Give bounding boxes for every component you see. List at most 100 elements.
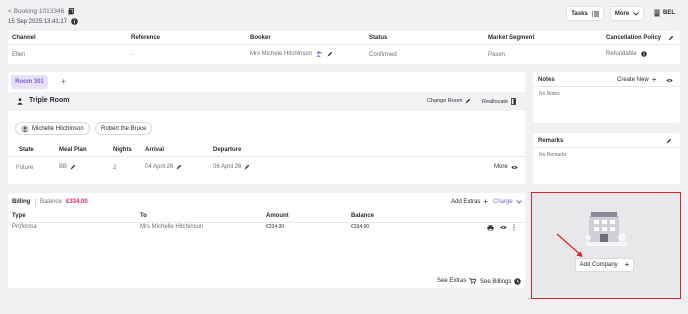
chevron-down-icon [633, 11, 639, 16]
cart-icon [469, 278, 477, 284]
see-extras-button[interactable]: See Extras [437, 278, 477, 284]
avatar-icon [21, 124, 29, 133]
booking-summary-card: Channel Reference Booker Status Market S… [8, 31, 680, 64]
pencil-icon[interactable] [70, 164, 76, 170]
more-button[interactable]: More [610, 6, 644, 21]
change-room-button[interactable]: Change Room [427, 98, 471, 104]
datetime-text: 15 Sep 2025 13:41:17 [8, 18, 68, 25]
charge-label: Charge [493, 199, 513, 205]
billing-clock-icon [514, 278, 522, 285]
info-icon[interactable] [71, 18, 78, 25]
departure-value: 06 April 26 [213, 164, 242, 170]
create-note-button[interactable]: Create New + [617, 75, 657, 84]
col-amount: Amount [266, 213, 289, 219]
chevron-down-icon [515, 200, 522, 204]
edit-booker-icon[interactable] [327, 51, 333, 57]
red-arrow-icon [556, 233, 584, 261]
add-company-button[interactable]: Add Company + [575, 258, 634, 272]
guest-name: Michelle Hitchinson [32, 125, 84, 132]
reference-value: - [131, 52, 133, 58]
building-badge[interactable]: BEL [654, 9, 675, 17]
tab-room-301[interactable]: Room 301 [11, 75, 48, 89]
room-more-button[interactable]: More [494, 164, 518, 170]
tab-room-label: Room 301 [15, 79, 44, 85]
reallocate-button[interactable]: Reallocate [482, 98, 516, 105]
col-nights: Nights [113, 147, 132, 153]
add-extras-label: Add Extras [451, 199, 481, 205]
policy-cell: Refundable [606, 51, 647, 57]
col-state: State [19, 147, 34, 153]
balance-value: €334.00 [66, 199, 88, 205]
col-to: To [140, 213, 147, 219]
booking-ref-text[interactable]: < Booking 1013346 [8, 8, 64, 15]
col-meal-plan: Meal Plan [59, 147, 87, 153]
state-value: Future [16, 165, 34, 171]
col-channel: Channel [12, 35, 36, 41]
pencil-icon[interactable] [244, 164, 250, 170]
room-type: Triple Room [29, 97, 70, 104]
printer-icon[interactable] [487, 225, 494, 233]
eye-icon[interactable] [500, 225, 507, 232]
tasks-label: Tasks [571, 10, 588, 17]
users-icon[interactable] [316, 51, 323, 57]
col-reference: Reference [131, 35, 161, 41]
booking-ref[interactable]: < Booking 1013346 [8, 8, 75, 15]
notes-empty: No Notes [539, 91, 560, 97]
arrival-cell[interactable]: 04 April 26 [145, 164, 182, 170]
eye-icon[interactable] [666, 78, 673, 85]
guest-chip-michelle[interactable]: Michelle Hitchinson [15, 122, 90, 135]
create-new-label: Create New [617, 77, 649, 83]
summary-divider [8, 44, 680, 45]
policy-value: Refundable [606, 51, 637, 57]
add-room-tab-button[interactable]: + [61, 77, 66, 86]
col-type: Type [12, 213, 26, 219]
notes-title: Notes [538, 77, 555, 83]
info-icon[interactable] [640, 51, 647, 57]
remarks-empty: No Remarks [539, 152, 567, 158]
billing-title-divider [35, 198, 36, 206]
billing-to-value: Mrs Michelle Hitchinson [140, 224, 204, 230]
reallocate-label: Reallocate [482, 98, 508, 105]
copy-icon[interactable] [68, 8, 75, 15]
charge-dropdown[interactable]: Charge [493, 199, 522, 205]
arrival-value: 04 April 26 [145, 164, 174, 170]
col-balance: Balance [351, 213, 375, 219]
building-icon [654, 9, 660, 17]
booking-datetime: 15 Sep 2025 13:41:17 [8, 18, 78, 25]
departure-cell[interactable]: 06 April 26 [213, 164, 250, 170]
market-segment-value: Pasen [488, 52, 506, 58]
tasks-button[interactable]: Tasks [566, 6, 604, 21]
col-departure: Departure [213, 147, 242, 153]
add-extras-button[interactable]: Add Extras + [451, 198, 488, 206]
see-billings-label: See Billings [480, 278, 512, 285]
plus-icon: + [651, 75, 657, 84]
billing-amount-value: €334.00 [266, 224, 285, 230]
booker-cell[interactable]: Mrs Michele Hitchinson [250, 51, 333, 57]
nights-value: 2 [113, 165, 117, 171]
guest-chip-robert[interactable]: Robert the Bruce [95, 122, 153, 135]
kebab-menu-icon[interactable] [513, 224, 515, 233]
guest-name: Robert the Bruce [101, 125, 147, 132]
list-icon [591, 11, 599, 17]
edit-remarks-icon[interactable] [666, 138, 672, 146]
notes-divider [533, 86, 680, 87]
pencil-icon[interactable] [176, 164, 182, 170]
change-room-label: Change Room [427, 98, 463, 104]
remarks-divider [533, 147, 680, 148]
room-more-label: More [494, 164, 508, 170]
edit-policy-icon[interactable] [668, 35, 674, 43]
bed-icon [17, 98, 23, 107]
room-card: Room 301 + Triple Room Change Room Reall… [8, 72, 525, 184]
door-icon [511, 98, 516, 105]
meal-plan-cell[interactable]: BB [59, 164, 76, 170]
meal-plan-value: BB [59, 164, 68, 170]
see-billings-button[interactable]: See Billings [480, 278, 522, 285]
col-market-segment: Market Segment [488, 35, 535, 41]
billing-card: Billing Balance: €334.00 Add Extras + Ch… [8, 193, 525, 288]
booker-value[interactable]: Mrs Michele Hitchinson [250, 51, 312, 57]
billing-title: Billing [12, 199, 31, 205]
billing-balance-value: €334.00 [351, 224, 370, 230]
remarks-title: Remarks [538, 138, 564, 144]
see-extras-label: See Extras [437, 278, 467, 284]
balance-label: Balance: [40, 199, 64, 205]
